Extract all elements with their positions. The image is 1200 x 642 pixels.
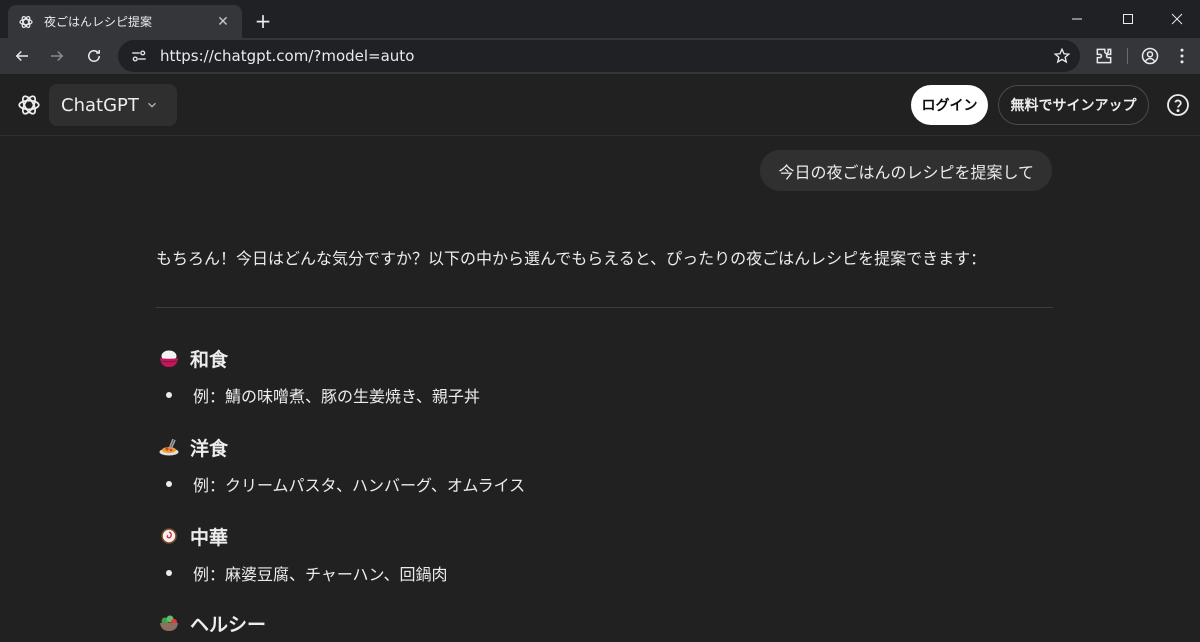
model-selector-label: ChatGPT (61, 94, 139, 116)
list-item: 例：麻婆豆腐、チャーハン、回鍋肉 (158, 561, 1058, 585)
assistant-reply-intro: もちろん！今日はどんな気分ですか？以下の中から選んでもらえると、ぴったりの夜ごは… (156, 249, 987, 268)
back-icon[interactable] (8, 42, 36, 70)
reply-divider (156, 307, 1053, 308)
openai-favicon-icon (18, 14, 34, 30)
help-icon[interactable] (1166, 93, 1190, 117)
window-close-icon[interactable] (1154, 0, 1200, 38)
login-button[interactable]: ログイン (911, 85, 988, 125)
reload-icon[interactable] (80, 42, 108, 70)
chevron-down-icon (145, 98, 159, 112)
example-text: 例：鯖の味噌煮、豚の生姜焼き、親子丼 (193, 387, 480, 406)
salad-icon (158, 612, 180, 634)
browser-tab[interactable]: 夜ごはんレシピ提案 ✕ (8, 5, 242, 38)
user-message: 今日の夜ごはんのレシピを提案して (760, 150, 1052, 191)
forward-icon[interactable] (43, 42, 71, 70)
browser-toolbar (0, 38, 1200, 74)
openai-logo-icon[interactable] (16, 92, 42, 118)
section-title: 中華 (190, 526, 229, 549)
list-item: 例：クリームパスタ、ハンバーグ、オムライス (158, 472, 1058, 496)
section-title: 和食 (190, 348, 229, 371)
section-title: 洋食 (190, 437, 229, 460)
profile-icon[interactable] (1136, 42, 1164, 70)
extensions-icon[interactable] (1090, 42, 1118, 70)
site-settings-icon[interactable] (130, 47, 148, 65)
rice-bowl-icon (158, 347, 180, 369)
browser-menu-icon[interactable] (1168, 42, 1196, 70)
browser-tab-title: 夜ごはんレシピ提案 (44, 15, 153, 29)
new-tab-icon[interactable]: + (250, 8, 276, 34)
cuisine-section-chuka: 中華 例：麻婆豆腐、チャーハン、回鍋肉 (158, 523, 1058, 585)
browser-tab-strip: 夜ごはんレシピ提案 ✕ + (0, 0, 1200, 38)
tab-close-icon[interactable]: ✕ (214, 13, 232, 31)
url-input[interactable] (160, 47, 1020, 65)
toolbar-separator (1127, 48, 1128, 64)
minimize-icon[interactable] (1054, 0, 1100, 38)
cuisine-section-washoku: 和食 例：鯖の味噌煮、豚の生姜焼き、親子丼 (158, 345, 1058, 407)
signup-button[interactable]: 無料でサインアップ (998, 85, 1149, 125)
maximize-icon[interactable] (1105, 0, 1151, 38)
example-text: 例：麻婆豆腐、チャーハン、回鍋肉 (193, 565, 448, 584)
address-bar[interactable] (118, 40, 1080, 72)
fish-cake-icon (158, 525, 180, 547)
bookmark-star-icon[interactable] (1050, 44, 1074, 68)
example-text: 例：クリームパスタ、ハンバーグ、オムライス (193, 476, 526, 495)
section-title: ヘルシー (190, 613, 267, 636)
app-header: ChatGPT ログイン 無料でサインアップ (0, 74, 1200, 136)
cuisine-section-healthy: ヘルシー (158, 610, 1058, 636)
list-item: 例：鯖の味噌煮、豚の生姜焼き、親子丼 (158, 383, 1058, 407)
cuisine-section-yoshoku: 洋食 例：クリームパスタ、ハンバーグ、オムライス (158, 434, 1058, 496)
spaghetti-icon (158, 436, 180, 458)
model-selector-button[interactable]: ChatGPT (49, 84, 177, 126)
